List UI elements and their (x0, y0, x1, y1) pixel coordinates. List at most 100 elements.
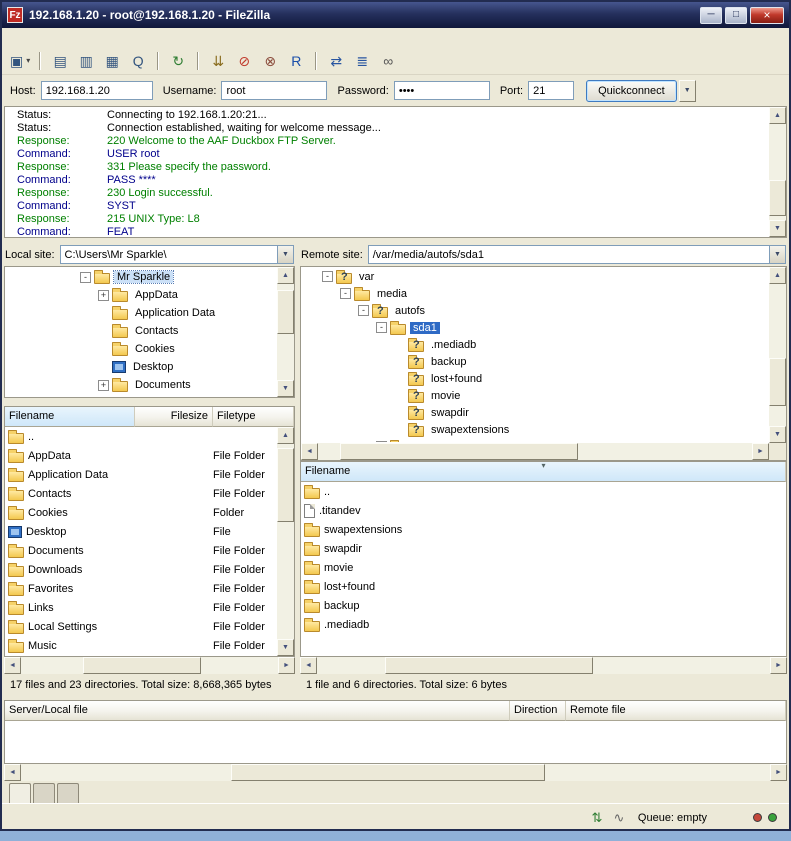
local-list-horizontal-scrollbar[interactable]: ◄ ► (4, 657, 295, 674)
scroll-up-button[interactable]: ▲ (277, 427, 294, 444)
toggle-message-log-button[interactable]: ▤ (48, 50, 72, 72)
Favorites[interactable]: Favorites File Folder (5, 579, 277, 598)
tree-item[interactable]: + dvd (302, 438, 769, 442)
port-input[interactable] (528, 81, 574, 100)
expand-toggle[interactable]: + (376, 441, 387, 442)
scroll-right-button[interactable]: ► (752, 443, 769, 460)
column-header-filename[interactable]: Filename (5, 407, 135, 427)
tree-item[interactable]: Application Data (6, 304, 277, 322)
.titandev[interactable]: .titandev (301, 501, 786, 520)
scroll-right-button[interactable]: ► (278, 657, 295, 674)
toggle-transfer-queue-button[interactable]: Q (126, 50, 150, 72)
menu-item[interactable] (80, 36, 94, 40)
scroll-right-button[interactable]: ► (770, 764, 787, 781)
tree-item[interactable]: backup (302, 353, 769, 370)
scrollbar-track[interactable] (317, 657, 770, 674)
speed-limits-icon[interactable]: ⇅ (586, 811, 608, 825)
tree-item[interactable]: movie (302, 387, 769, 404)
toggle-remote-tree-button[interactable]: ▦ (100, 50, 124, 72)
scroll-left-button[interactable]: ◄ (4, 764, 21, 781)
quickconnect-button[interactable]: Quickconnect (586, 80, 677, 102)
scrollbar-thumb[interactable] (83, 657, 201, 674)
scroll-down-button[interactable]: ▼ (277, 380, 294, 397)
scrollbar-track[interactable] (769, 284, 786, 426)
Local Settings[interactable]: Local Settings File Folder (5, 617, 277, 636)
remote-tree-scrollbar[interactable]: ▲ ▼ (769, 267, 786, 443)
scrollbar-track[interactable] (277, 284, 294, 380)
column-header-remote-file[interactable]: Remote file (566, 701, 786, 721)
file-search-button[interactable]: ∞ (376, 50, 400, 72)
scrollbar-track[interactable] (21, 764, 770, 781)
tree-item[interactable]: + Downloads (6, 394, 277, 396)
scrollbar-thumb[interactable] (231, 764, 546, 781)
movie[interactable]: movie (301, 558, 786, 577)
combo-dropdown-icon[interactable]: ▼ (769, 246, 785, 263)
site-manager-button[interactable]: ▣ (8, 50, 32, 72)
scroll-left-button[interactable]: ◄ (300, 657, 317, 674)
combo-dropdown-icon[interactable]: ▼ (277, 246, 293, 263)
tree-item[interactable]: Contacts (6, 322, 277, 340)
local-site-combobox[interactable]: C:\Users\Mr Sparkle\ ▼ (60, 245, 294, 264)
close-button[interactable]: × (750, 7, 784, 24)
scroll-down-button[interactable]: ▼ (277, 639, 294, 656)
column-header-filesize[interactable]: Filesize (135, 407, 213, 427)
menu-item[interactable] (52, 36, 66, 40)
scrollbar-thumb[interactable] (277, 448, 294, 522)
tree-item[interactable]: lost+found (302, 370, 769, 387)
synchronized-browsing-button[interactable]: ≣ (350, 50, 374, 72)
scroll-right-button[interactable]: ► (770, 657, 787, 674)
column-header-filetype[interactable]: Filetype (213, 407, 294, 427)
menu-item[interactable] (10, 36, 24, 40)
scrollbar-thumb[interactable] (769, 180, 786, 216)
expand-toggle[interactable]: - (376, 322, 387, 333)
scrollbar-track[interactable] (318, 443, 752, 460)
queue-horizontal-scrollbar[interactable]: ◄ ► (4, 764, 787, 781)
process-queue-button[interactable]: ⇊ (206, 50, 230, 72)
cancel-operation-button[interactable]: ⊘ (232, 50, 256, 72)
disconnect-button[interactable]: ⊗ (258, 50, 282, 72)
quickconnect-dropdown-button[interactable]: ▼ (679, 80, 696, 102)
..[interactable]: .. (301, 482, 786, 501)
Contacts[interactable]: Contacts File Folder (5, 484, 277, 503)
local-tree-scrollbar[interactable]: ▲ ▼ (277, 267, 294, 397)
password-input[interactable] (394, 81, 490, 100)
directory-comparison-button[interactable]: ⇄ (324, 50, 348, 72)
Cookies[interactable]: Cookies Folder (5, 503, 277, 522)
scrollbar-thumb[interactable] (385, 657, 593, 674)
tree-item[interactable]: - var (302, 268, 769, 285)
tree-item[interactable]: - Mr Sparkle (6, 268, 277, 286)
tree-item[interactable]: - media (302, 285, 769, 302)
menu-item[interactable] (94, 36, 108, 40)
Downloads[interactable]: Downloads File Folder (5, 560, 277, 579)
..[interactable]: .. (5, 427, 277, 446)
tree-item[interactable]: Desktop (6, 358, 277, 376)
scroll-down-button[interactable]: ▼ (769, 220, 786, 237)
column-header-server-local-file[interactable]: Server/Local file (5, 701, 510, 721)
scrollbar-thumb[interactable] (277, 290, 294, 334)
backup[interactable]: backup (301, 596, 786, 615)
refresh-button[interactable]: ↻ (166, 50, 190, 72)
reconnect-button[interactable]: R (284, 50, 308, 72)
maximize-button[interactable]: □ (725, 7, 747, 24)
column-header-direction[interactable]: Direction (510, 701, 566, 721)
AppData[interactable]: AppData File Folder (5, 446, 277, 465)
Music[interactable]: Music File Folder (5, 636, 277, 655)
scroll-left-button[interactable]: ◄ (301, 443, 318, 460)
Links[interactable]: Links File Folder (5, 598, 277, 617)
scrollbar-thumb[interactable] (340, 443, 579, 460)
minimize-button[interactable]: ─ (700, 7, 722, 24)
toggle-local-tree-button[interactable]: ▥ (74, 50, 98, 72)
scroll-up-button[interactable]: ▲ (769, 267, 786, 284)
scroll-up-button[interactable]: ▲ (277, 267, 294, 284)
queue-tab[interactable] (57, 783, 79, 803)
scroll-left-button[interactable]: ◄ (4, 657, 21, 674)
expand-toggle[interactable]: - (340, 288, 351, 299)
remote-list-horizontal-scrollbar[interactable]: ◄ ► (300, 657, 787, 674)
menu-item[interactable] (24, 36, 38, 40)
host-input[interactable] (41, 81, 153, 100)
scrollbar-track[interactable] (769, 124, 786, 220)
tree-item[interactable]: swapdir (302, 404, 769, 421)
expand-toggle[interactable]: + (98, 380, 109, 391)
swapextensions[interactable]: swapextensions (301, 520, 786, 539)
tree-item[interactable]: .mediadb (302, 336, 769, 353)
